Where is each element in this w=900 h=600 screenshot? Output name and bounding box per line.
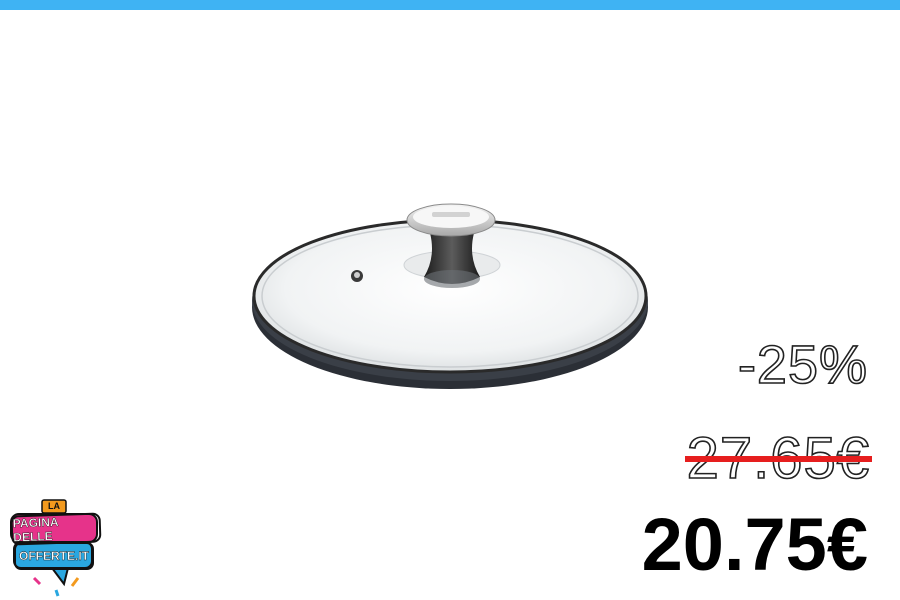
strikethrough-line (684, 456, 872, 462)
logo-text-la: LA (48, 501, 60, 511)
logo-text-pagina-delle: PAGINA DELLE (10, 512, 102, 546)
discount-badge: -25% (737, 335, 868, 395)
product-image-glass-lid (252, 203, 648, 389)
logo-text-offerte: OFFERTE.IT (14, 542, 94, 570)
top-accent-bar (0, 0, 900, 10)
old-price: 27.65€ (684, 429, 872, 488)
brand-logo: LA PAGINA DELLE OFFERTE.IT (8, 498, 102, 598)
current-price: 20.75€ (641, 503, 868, 586)
